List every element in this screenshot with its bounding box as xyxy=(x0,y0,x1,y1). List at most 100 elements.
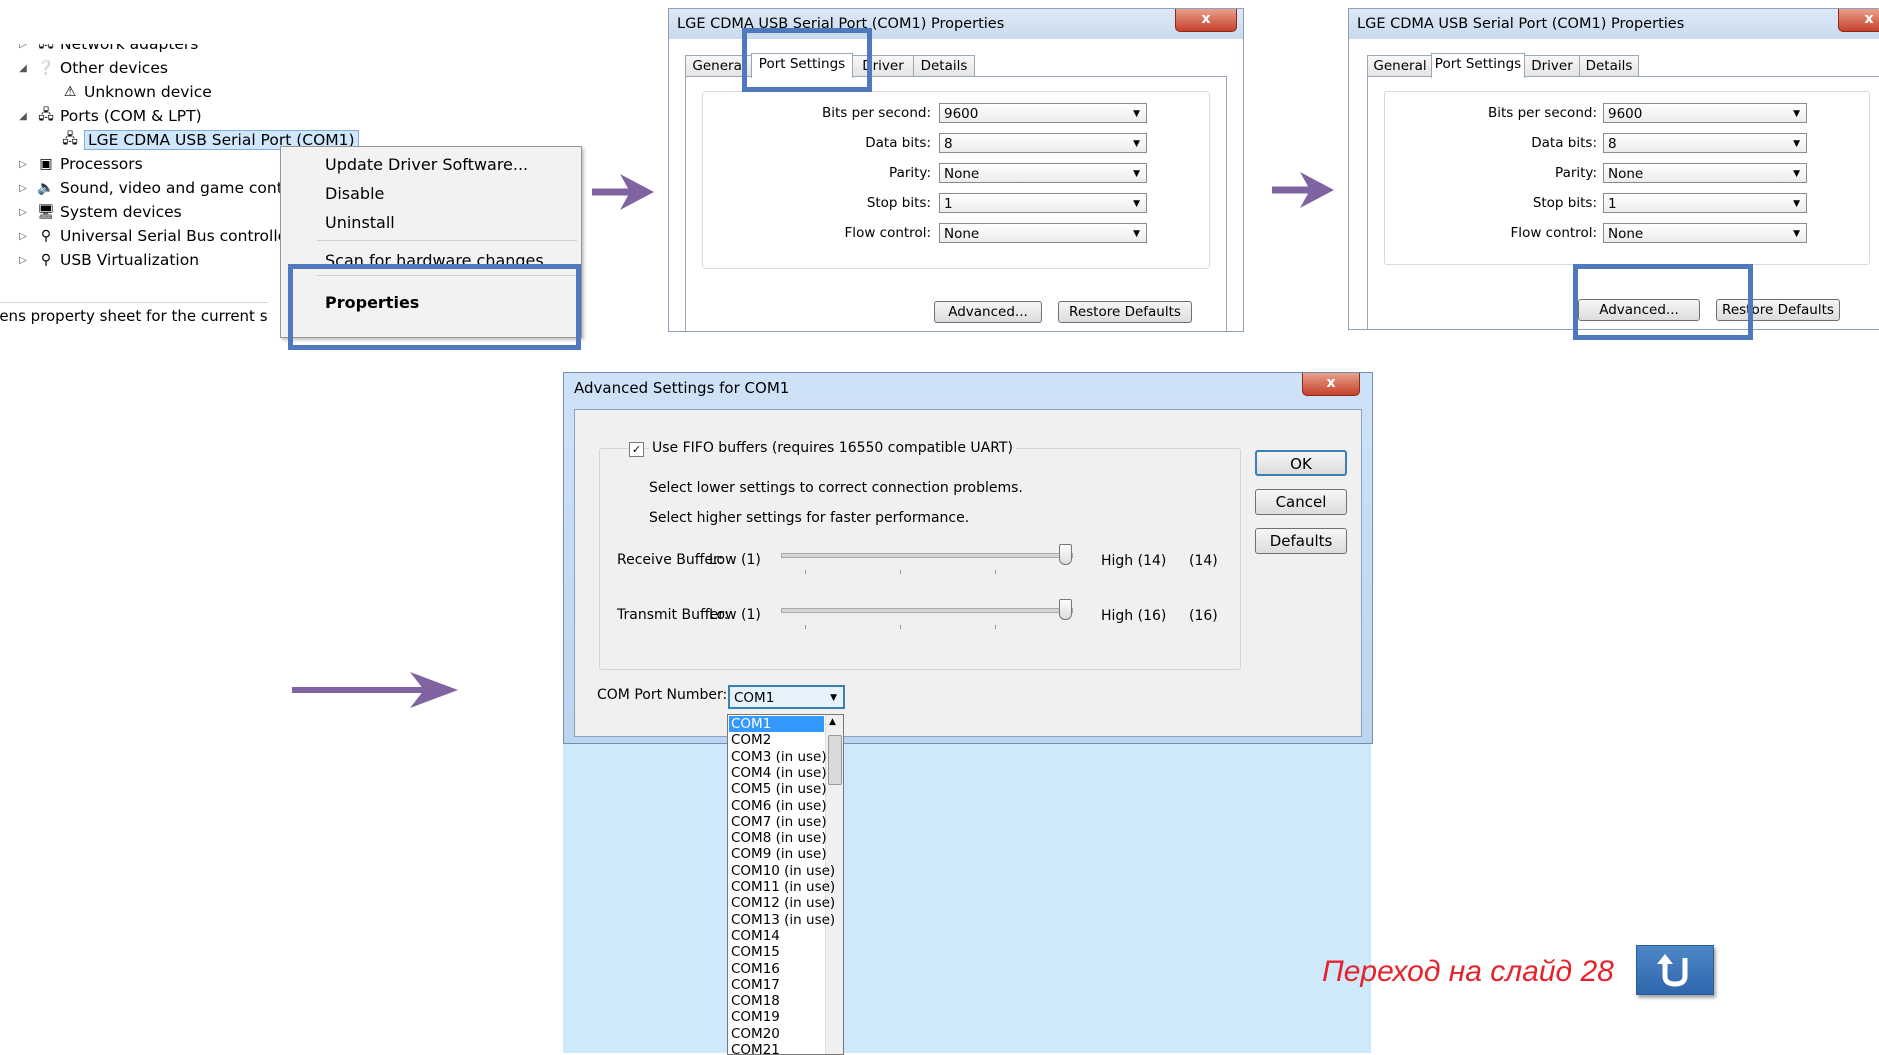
tree-item[interactable]: ▷ 🖧 Network adapters xyxy=(16,44,198,56)
field-select[interactable]: None ▼ xyxy=(1603,163,1807,183)
list-item[interactable]: COM13 (in use) xyxy=(729,912,835,928)
field-select[interactable]: 8 ▼ xyxy=(939,133,1147,153)
field-label: Parity: xyxy=(889,165,931,181)
expander-icon[interactable]: ▷ xyxy=(16,183,30,194)
field-select[interactable]: 1 ▼ xyxy=(939,193,1147,213)
transmit-slider-thumb[interactable] xyxy=(1059,599,1072,620)
list-item[interactable]: COM15 xyxy=(729,944,824,960)
desktop-background xyxy=(563,742,1371,1053)
list-item[interactable]: COM3 (in use) xyxy=(729,749,827,765)
list-item[interactable]: COM11 (in use) xyxy=(729,879,835,895)
menu-item-disable[interactable]: Disable xyxy=(325,184,384,203)
field-select[interactable]: 9600 ▼ xyxy=(1603,103,1807,123)
expander-icon[interactable]: ▷ xyxy=(16,207,30,218)
field-value: 8 xyxy=(944,136,953,152)
field-select[interactable]: None ▼ xyxy=(1603,223,1807,243)
list-item[interactable]: COM1 xyxy=(729,716,824,732)
tab-general[interactable]: General xyxy=(1367,55,1433,77)
field-value: None xyxy=(1608,226,1644,242)
field-select[interactable]: None ▼ xyxy=(939,163,1147,183)
tab-port-settings[interactable]: Port Settings xyxy=(1431,53,1525,78)
ok-button[interactable]: OK xyxy=(1255,450,1347,476)
list-item[interactable]: COM5 (in use) xyxy=(729,781,827,797)
chevron-down-icon: ▼ xyxy=(1133,229,1140,239)
field-select[interactable]: 9600 ▼ xyxy=(939,103,1147,123)
list-item[interactable]: COM12 (in use) xyxy=(729,895,835,911)
network-adapter-icon: 🖧 xyxy=(36,44,56,53)
tree-item-label: Universal Serial Bus controllers xyxy=(60,227,302,245)
field-select[interactable]: 8 ▼ xyxy=(1603,133,1807,153)
tree-item[interactable]: ▷ 🖥 System devices xyxy=(16,200,182,224)
field-value: None xyxy=(944,166,980,182)
fifo-checkbox[interactable]: ✓ xyxy=(629,442,644,457)
list-item[interactable]: COM21 xyxy=(729,1042,824,1054)
expander-icon[interactable]: ▷ xyxy=(16,44,30,50)
close-button[interactable]: x xyxy=(1302,373,1360,396)
com-port-dropdown-list: ▲ COM1 COM2 COM3 (in use) COM4 (in use) COM5… xyxy=(727,714,844,1055)
tree-item[interactable]: ▷ ⚲ USB Virtualization xyxy=(16,248,199,272)
receive-slider-thumb[interactable] xyxy=(1059,544,1072,565)
list-item[interactable]: COM6 (in use) xyxy=(729,798,827,814)
list-item[interactable]: COM17 xyxy=(729,977,824,993)
scrollbar-thumb[interactable] xyxy=(828,735,842,785)
close-button[interactable]: x xyxy=(1175,9,1237,32)
expander-icon[interactable]: ▷ xyxy=(16,159,30,170)
unknown-device-icon: ⚠ xyxy=(63,84,77,100)
list-item[interactable]: COM9 (in use) xyxy=(729,846,827,862)
tab-driver[interactable]: Driver xyxy=(1523,55,1581,77)
menu-item-scan[interactable]: Scan for hardware changes xyxy=(325,251,544,265)
status-bar-text: Opens property sheet for the current sel… xyxy=(0,302,268,329)
tree-item[interactable]: ▷ ⚲ Universal Serial Bus controllers xyxy=(16,224,302,248)
tree-item[interactable]: ▷ ▣ Processors xyxy=(16,152,143,176)
slide-link-text[interactable]: Переход на слайд 28 xyxy=(1322,955,1614,989)
field-label: Bits per second: xyxy=(1487,105,1597,121)
usb-icon: ⚲ xyxy=(40,252,52,268)
list-item[interactable]: COM14 xyxy=(729,928,824,944)
list-item[interactable]: COM20 xyxy=(729,1026,824,1042)
slider-tick xyxy=(900,570,901,574)
advanced-settings-dialog: Advanced Settings for COM1 x ✓ Use FIFO … xyxy=(563,372,1373,744)
menu-item-update-driver[interactable]: Update Driver Software... xyxy=(325,155,528,174)
restore-defaults-button[interactable]: Restore Defaults xyxy=(1058,301,1192,323)
field-label: Flow control: xyxy=(1510,225,1597,241)
com-port-value: COM1 xyxy=(734,690,775,706)
tab-details[interactable]: Details xyxy=(1579,55,1639,77)
expander-icon[interactable]: ▷ xyxy=(16,255,30,266)
menu-item-uninstall[interactable]: Uninstall xyxy=(325,213,395,232)
return-button[interactable] xyxy=(1636,945,1714,995)
list-item[interactable]: COM2 xyxy=(729,732,824,748)
other-devices-icon: ❔ xyxy=(37,60,55,76)
list-item[interactable]: COM16 xyxy=(729,961,824,977)
list-item[interactable]: COM10 (in use) xyxy=(729,863,835,879)
close-button[interactable]: x xyxy=(1838,9,1879,32)
tab-port-settings[interactable]: Port Settings xyxy=(751,53,853,78)
expander-icon[interactable]: ◢ xyxy=(16,63,30,74)
advanced-dialog-body: ✓ Use FIFO buffers (requires 16550 compa… xyxy=(574,409,1362,737)
list-item[interactable]: COM19 xyxy=(729,1009,824,1025)
tab-details[interactable]: Details xyxy=(913,55,975,77)
tree-item[interactable]: ⚠ Unknown device xyxy=(40,80,212,104)
list-item[interactable]: COM8 (in use) xyxy=(729,830,827,846)
tree-item[interactable]: ◢ ❔ Other devices xyxy=(16,56,168,80)
tree-item[interactable]: ◢ 🖧 Ports (COM & LPT) xyxy=(16,104,202,128)
expander-icon[interactable]: ◢ xyxy=(16,111,30,122)
field-select[interactable]: 1 ▼ xyxy=(1603,193,1807,213)
com-port-select[interactable]: COM1 ▼ xyxy=(728,685,845,709)
scroll-up-icon[interactable]: ▲ xyxy=(829,717,836,727)
list-item[interactable]: COM7 (in use) xyxy=(729,814,827,830)
chevron-down-icon: ▼ xyxy=(1793,229,1800,239)
advanced-button[interactable]: Advanced... xyxy=(934,301,1042,323)
tree-item-label: Ports (COM & LPT) xyxy=(60,107,202,125)
cancel-button[interactable]: Cancel xyxy=(1255,489,1347,515)
chevron-down-icon: ▼ xyxy=(1133,169,1140,179)
fifo-label: Use FIFO buffers (requires 16550 compati… xyxy=(649,440,1016,456)
receive-buffer-label: Receive Buffer: xyxy=(617,552,724,568)
list-item[interactable]: COM4 (in use) xyxy=(729,765,827,781)
expander-icon[interactable]: ▷ xyxy=(16,231,30,242)
chevron-down-icon: ▼ xyxy=(1793,109,1800,119)
list-item[interactable]: COM18 xyxy=(729,993,824,1009)
defaults-button[interactable]: Defaults xyxy=(1255,528,1347,554)
highlight-advanced-button xyxy=(1573,264,1753,340)
field-select[interactable]: None ▼ xyxy=(939,223,1147,243)
arrow-right-icon xyxy=(1270,170,1336,210)
